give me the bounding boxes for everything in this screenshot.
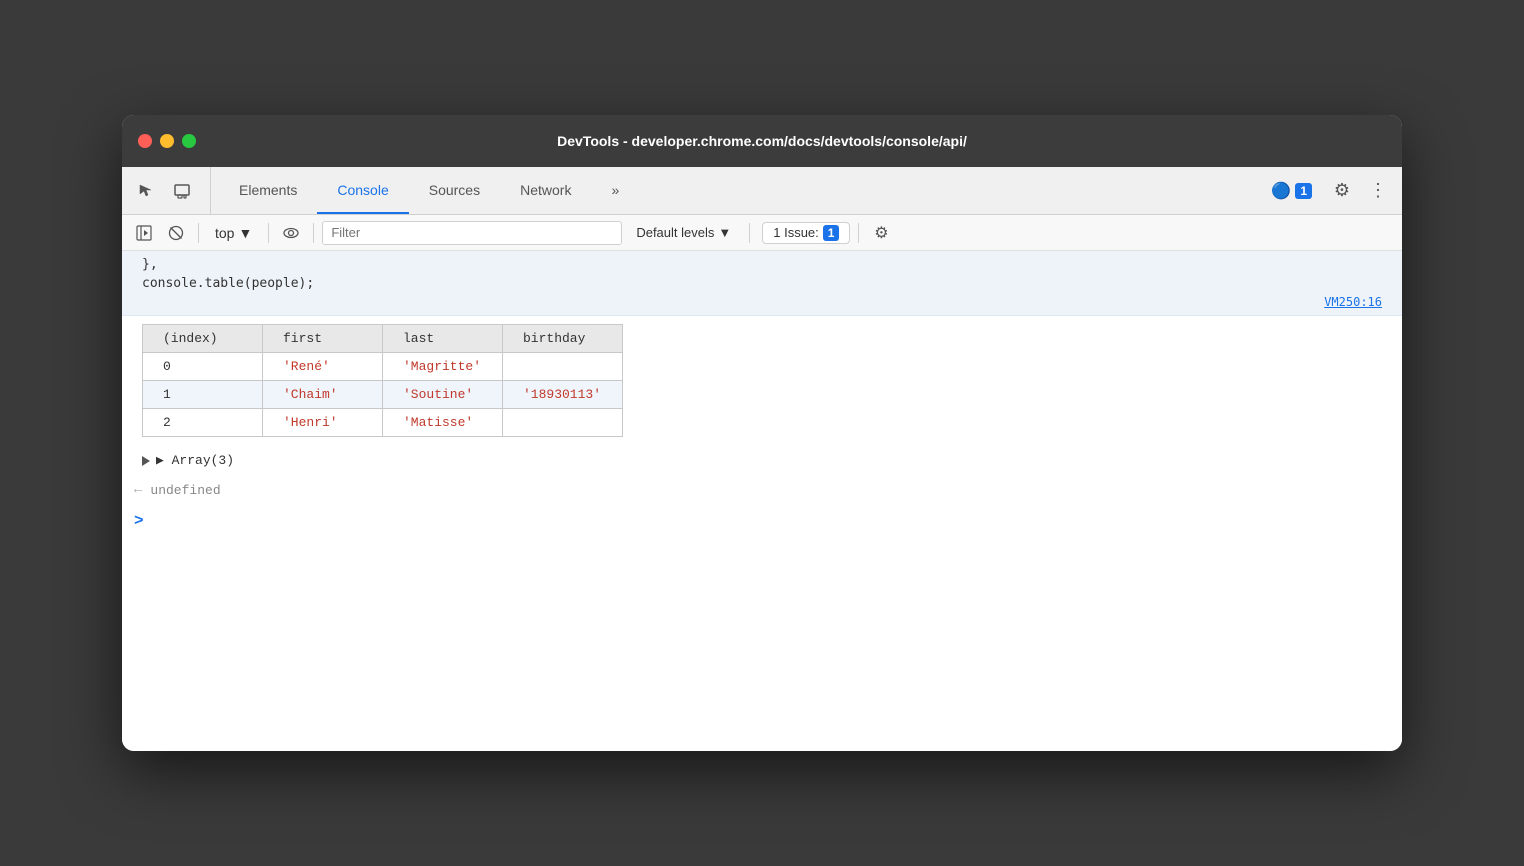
close-button[interactable] [138, 134, 152, 148]
tab-bar-right: 🔵 1 ⚙ ⋮ [1261, 167, 1394, 214]
devtools-window: DevTools - developer.chrome.com/docs/dev… [122, 115, 1402, 751]
settings-icon[interactable]: ⚙ [1326, 175, 1358, 207]
cell-first-1: 'Chaim' [263, 381, 383, 409]
title-bar: DevTools - developer.chrome.com/docs/dev… [122, 115, 1402, 167]
device-toggle-icon[interactable] [166, 175, 198, 207]
col-index: (index) [143, 325, 263, 353]
traffic-lights [138, 134, 196, 148]
more-options-icon[interactable]: ⋮ [1362, 175, 1394, 207]
console-toolbar: top ▼ Default levels ▼ 1 Issue: 1 ⚙ [122, 215, 1402, 251]
cell-last-1: 'Soutine' [383, 381, 503, 409]
tab-network[interactable]: Network [500, 167, 591, 214]
levels-label: Default levels [636, 225, 714, 240]
code-line-2: console.table(people); [122, 274, 1402, 293]
levels-arrow: ▼ [718, 225, 731, 240]
array-label: ▶ Array(3) [156, 453, 234, 468]
cell-birthday-2 [503, 409, 623, 437]
tab-elements[interactable]: Elements [219, 167, 317, 214]
cell-index-0: 0 [143, 353, 263, 381]
expand-arrow-icon [142, 456, 150, 466]
col-first: first [263, 325, 383, 353]
cell-index-2: 2 [143, 409, 263, 437]
cell-first-2: 'Henri' [263, 409, 383, 437]
eye-icon[interactable] [277, 219, 305, 247]
console-prompt[interactable]: > [122, 504, 1402, 538]
issues-text: 1 Issue: [773, 225, 819, 240]
table-row: 2 'Henri' 'Matisse' [143, 409, 623, 437]
toolbar-divider-1 [198, 223, 199, 243]
minimize-button[interactable] [160, 134, 174, 148]
context-label: top [215, 225, 234, 241]
tab-more[interactable]: » [591, 167, 639, 214]
col-last: last [383, 325, 503, 353]
dropdown-arrow: ▼ [238, 225, 252, 241]
cell-first-0: 'René' [263, 353, 383, 381]
toolbar-divider-5 [858, 223, 859, 243]
issues-counter[interactable]: 🔵 1 [1261, 177, 1322, 205]
array-expand[interactable]: ▶ Array(3) [122, 445, 1402, 476]
toolbar-divider-3 [313, 223, 314, 243]
maximize-button[interactable] [182, 134, 196, 148]
undefined-line: ← undefined [122, 476, 1402, 504]
col-birthday: birthday [503, 325, 623, 353]
console-content: }, console.table(people); VM250:16 (inde… [122, 251, 1402, 751]
cell-last-0: 'Magritte' [383, 353, 503, 381]
toolbar-divider-4 [749, 223, 750, 243]
code-line-1: }, [122, 255, 1402, 274]
cell-birthday-0 [503, 353, 623, 381]
issues-count-badge: 1 [823, 225, 840, 241]
filter-input[interactable] [322, 221, 622, 245]
prompt-symbol: > [134, 512, 144, 530]
return-arrow-icon: ← [134, 482, 142, 498]
window-title: DevTools - developer.chrome.com/docs/dev… [557, 133, 967, 149]
issues-icon: 🔵 [1271, 181, 1291, 201]
table-body: 0 'René' 'Magritte' 1 'Chaim' 'Soutine' … [143, 353, 623, 437]
issues-badge-count: 1 [1295, 183, 1312, 199]
tab-bar: Elements Console Sources Network » 🔵 1 ⚙… [122, 167, 1402, 215]
inspect-element-icon[interactable] [130, 175, 162, 207]
cell-birthday-1: '18930113' [503, 381, 623, 409]
issues-button[interactable]: 1 Issue: 1 [762, 222, 850, 244]
default-levels-button[interactable]: Default levels ▼ [626, 223, 741, 242]
toolbar-icons-left [130, 167, 211, 214]
sidebar-toggle-icon[interactable] [130, 219, 158, 247]
cell-index-1: 1 [143, 381, 263, 409]
table-header: (index) first last birthday [143, 325, 623, 353]
tab-sources[interactable]: Sources [409, 167, 500, 214]
console-table: (index) first last birthday 0 'René' 'Ma… [142, 324, 623, 437]
table-row: 1 'Chaim' 'Soutine' '18930113' [143, 381, 623, 409]
vm-link[interactable]: VM250:16 [1324, 295, 1382, 309]
cell-last-2: 'Matisse' [383, 409, 503, 437]
console-table-wrapper: (index) first last birthday 0 'René' 'Ma… [122, 316, 1402, 445]
undefined-text: undefined [150, 483, 220, 498]
context-selector[interactable]: top ▼ [207, 223, 260, 243]
clear-console-icon[interactable] [162, 219, 190, 247]
console-settings-icon[interactable]: ⚙ [867, 219, 895, 247]
toolbar-divider-2 [268, 223, 269, 243]
main-tabs: Elements Console Sources Network » [219, 167, 1261, 214]
table-row: 0 'René' 'Magritte' [143, 353, 623, 381]
tab-console[interactable]: Console [317, 167, 408, 214]
